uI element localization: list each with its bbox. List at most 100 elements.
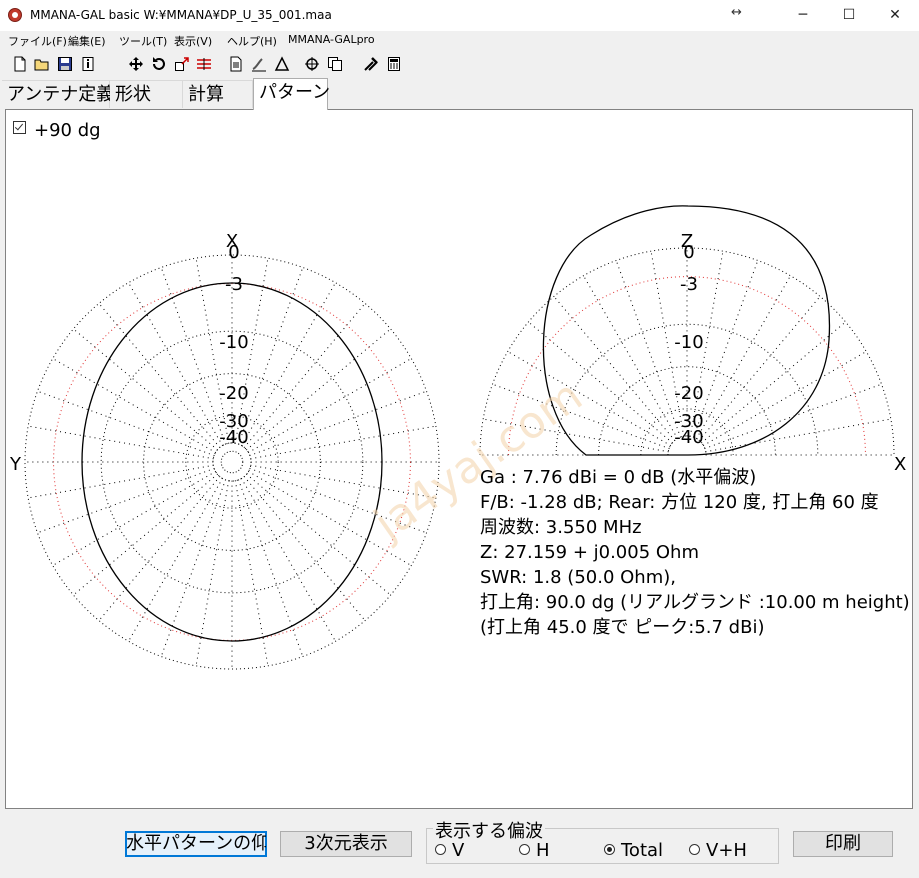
h-grid-ring (100, 330, 364, 594)
menu-tools[interactable]: ツール(T) (119, 33, 167, 49)
resize-icon[interactable] (174, 56, 190, 72)
crosshair-icon[interactable] (304, 56, 320, 72)
h-grid-spoke (249, 390, 427, 457)
polarization-group: 表示する偏波 V H Total V+H (426, 817, 779, 864)
plus90-checkbox[interactable]: +90 dg (13, 120, 101, 141)
h-grid-spoke (28, 425, 214, 460)
app-icon[interactable] (8, 8, 22, 22)
radio-h-circle-icon (519, 844, 530, 855)
tab-pattern[interactable]: パターン (253, 78, 330, 110)
checkbox-check-icon (13, 121, 26, 134)
tab-antenna-definition[interactable]: アンテナ定義 (2, 80, 114, 108)
h-ring-label: -10 (219, 332, 248, 353)
horizontal-pattern-plot: 0-3-10-20-30-40XY (9, 231, 440, 670)
h-grid-spoke (160, 479, 227, 657)
radio-h-label: H (536, 840, 550, 861)
h-grid-spoke (128, 282, 224, 447)
menu-view[interactable]: 表示(V) (174, 33, 212, 49)
radio-v[interactable]: V (435, 840, 464, 861)
maximize-button[interactable]: ☐ (826, 0, 872, 31)
v-ring-label: -10 (674, 332, 703, 353)
rotate-icon[interactable] (151, 56, 167, 72)
pattern-plots-svg: 0-3-10-20-30-40XY 0-3-10-20-30-40ZX ja4y… (9, 205, 906, 670)
radio-v-plus-h-label: V+H (706, 840, 747, 861)
h-axis-y-label: Y (9, 454, 22, 475)
print-button[interactable]: 印刷 (793, 831, 893, 857)
h-grid-spoke (98, 303, 221, 449)
info-elevation: 打上角: 90.0 dg (リアルグランド :10.00 m height) (480, 592, 910, 613)
v-grid-spoke (615, 260, 682, 438)
h-grid-spoke (28, 464, 214, 499)
copy-icon[interactable] (327, 56, 343, 72)
toolbar (0, 52, 919, 76)
info-peak: (打上角 45.0 度で ピーク:5.7 dBi) (480, 617, 765, 638)
v-grid-spoke (702, 351, 867, 447)
info-swr: SWR: 1.8 (50.0 Ohm), (480, 567, 676, 588)
h-grid-ring (212, 442, 252, 482)
open-folder-icon[interactable] (34, 56, 50, 72)
menu-mmana-galpro[interactable]: MMANA-GALpro (288, 33, 375, 46)
h-ring-label: -40 (219, 427, 248, 448)
info-fb: F/B: -1.28 dB; Rear: 方位 120 度, 打上角 60 度 (480, 492, 879, 513)
h-grid-spoke (237, 479, 304, 657)
horizontal-elevation-button[interactable]: 水平パターンの仰角 (125, 831, 267, 857)
info-icon[interactable] (80, 56, 96, 72)
document-icon[interactable] (228, 56, 244, 72)
radio-h[interactable]: H (519, 840, 550, 861)
move-icon[interactable] (128, 56, 144, 72)
tab-calculate[interactable]: 計算 (183, 80, 253, 108)
segment-icon[interactable] (196, 56, 212, 72)
info-gain: Ga : 7.76 dBi = 0 dB (水平偏波) (480, 467, 757, 488)
pattern-plot-area: 0 -3 -10 -20 -30 -40 X Y 0 -3 -10 -20 -30 -40 Z X ja4y… (5, 109, 913, 809)
h-grid-spoke (160, 267, 227, 445)
h-grid-spoke (243, 475, 366, 621)
save-icon[interactable] (57, 56, 73, 72)
v-grid-spoke (695, 275, 791, 440)
v-ring-label: -20 (674, 383, 703, 404)
menu-bar: ファイル(F) 編集(E) ツール(T) 表示(V) ヘルプ(H) MMANA-… (0, 31, 919, 51)
new-file-icon[interactable] (12, 56, 28, 72)
radio-v-plus-h[interactable]: V+H (689, 840, 747, 861)
v-axis-z-label: Z (681, 231, 693, 252)
menu-help[interactable]: ヘルプ(H) (227, 33, 277, 49)
plus90-checkbox-label: +90 dg (34, 120, 101, 141)
result-info-panel: Ga : 7.76 dBi = 0 dB (水平偏波) F/B: -1.28 d… (480, 465, 910, 640)
h-grid-spoke (195, 480, 230, 666)
info-impedance: Z: 27.159 + j0.005 Ohm (480, 542, 699, 563)
radio-total-circle-icon (604, 844, 615, 855)
v-grid-spoke (700, 321, 846, 444)
tools-icon[interactable] (363, 56, 379, 72)
v-ring-label: -3 (680, 274, 698, 295)
3d-view-button[interactable]: 3次元表示 (280, 831, 412, 857)
h-grid-spoke (247, 358, 412, 454)
h-grid-spoke (52, 470, 217, 566)
h-grid-spoke (234, 480, 269, 666)
minimize-button[interactable]: ─ (780, 0, 826, 31)
h-grid-spoke (37, 467, 215, 534)
h-grid-spoke (128, 477, 224, 642)
h-grid-spoke (240, 477, 336, 642)
close-button[interactable]: ✕ (872, 0, 918, 31)
h-grid-ring-inner (220, 450, 244, 474)
h-grid-spoke (243, 303, 366, 449)
h-grid-spoke (250, 425, 436, 460)
h-ring-label: -20 (219, 383, 248, 404)
calculator-icon[interactable] (386, 56, 402, 72)
triangle-icon[interactable] (274, 56, 290, 72)
link-icon[interactable] (251, 56, 267, 72)
menu-file[interactable]: ファイル(F) (8, 33, 67, 49)
h-axis-x-label: X (226, 231, 238, 252)
radio-total[interactable]: Total (604, 840, 663, 861)
v-grid-spoke (704, 383, 882, 450)
title-bar: MMANA-GAL basic W:¥MMANA¥DP_U_35_001.maa… (0, 0, 919, 32)
radio-total-label: Total (621, 840, 664, 861)
menu-edit[interactable]: 編集(E) (68, 33, 106, 49)
v-grid-spoke (698, 296, 821, 442)
radio-v-circle-icon (435, 844, 446, 855)
h-grid-ring (24, 254, 440, 670)
h-ring-label: -3 (225, 274, 243, 295)
v-ring-label: -40 (674, 427, 703, 448)
v-grid-spoke (583, 275, 679, 440)
tab-geometry[interactable]: 形状 (110, 80, 183, 108)
h-grid-spoke (98, 475, 221, 621)
